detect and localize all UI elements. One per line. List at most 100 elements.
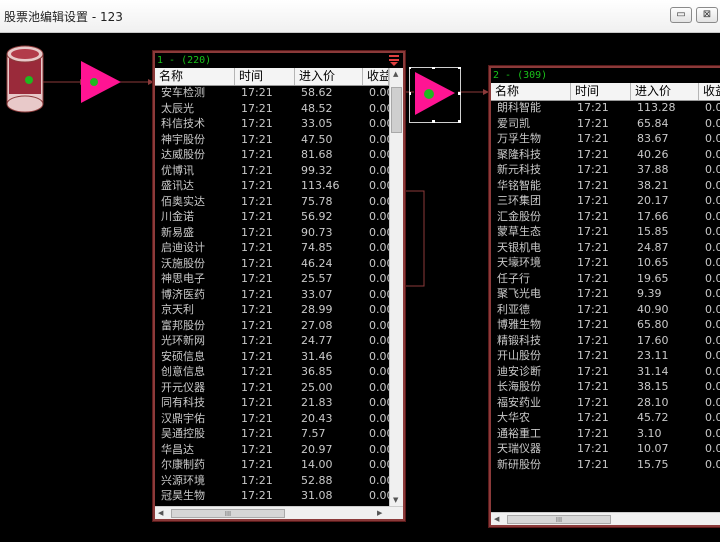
- scroll-right-arrow-icon[interactable]: ▶: [377, 509, 382, 517]
- table-row[interactable]: 新易盛 17:21 90.73 0.00: [155, 225, 389, 241]
- horizontal-scrollbar[interactable]: ◀ III: [491, 512, 720, 525]
- table-row[interactable]: 天壕环境 17:21 10.65 0.0: [491, 255, 720, 271]
- column-header-name[interactable]: 名称: [155, 68, 235, 85]
- table-row[interactable]: 开山股份 17:21 23.11 0.0: [491, 348, 720, 364]
- cell-name: 优博讯: [161, 163, 194, 177]
- source-node[interactable]: [6, 45, 44, 119]
- table-row[interactable]: 京天利 17:21 28.99 0.00: [155, 302, 389, 318]
- cell-entry-price: 15.75: [637, 457, 669, 471]
- column-header-name[interactable]: 名称: [491, 83, 571, 100]
- selection-handle: [458, 66, 461, 69]
- column-header-time[interactable]: 时间: [235, 68, 295, 85]
- table-row[interactable]: 博雅生物 17:21 65.80 0.0: [491, 317, 720, 333]
- table-row[interactable]: 新研股份 17:21 15.75 0.0: [491, 457, 720, 473]
- stock-pool-panel-2[interactable]: 2 - (309) 名称 时间 进入价 收益 朗科智能 17:21 113.28 0.…: [489, 66, 720, 527]
- table-row[interactable]: 精锻科技 17:21 17.60 0.0: [491, 333, 720, 349]
- table-row[interactable]: 兴源环境 17:21 52.88 0.00: [155, 473, 389, 489]
- vertical-scrollbar[interactable]: ▲ ▼: [389, 68, 403, 506]
- scroll-left-arrow-icon[interactable]: ◀: [158, 509, 163, 517]
- table-row[interactable]: 安硕信息 17:21 31.46 0.00: [155, 349, 389, 365]
- cell-entry-price: 9.39: [637, 287, 662, 300]
- scroll-thumb[interactable]: [391, 87, 402, 133]
- table-row[interactable]: 川金诺 17:21 56.92 0.00: [155, 209, 389, 225]
- table-row[interactable]: 三环集团 17:21 20.17 0.0: [491, 193, 720, 209]
- cell-entry-price: 40.90: [637, 302, 669, 316]
- column-header-profit[interactable]: 收益: [363, 68, 389, 85]
- table-row[interactable]: 太辰光 17:21 48.52 0.00: [155, 101, 389, 117]
- table-row[interactable]: 华昌达 17:21 20.97 0.00: [155, 442, 389, 458]
- cell-name: 爱司凯: [497, 116, 530, 130]
- table-row[interactable]: 大华农 17:21 45.72 0.0: [491, 410, 720, 426]
- table-row[interactable]: 迪安诊断 17:21 31.14 0.0: [491, 364, 720, 380]
- table-row[interactable]: 爱司凯 17:21 65.84 0.0: [491, 116, 720, 132]
- table-row[interactable]: 盛讯达 17:21 113.46 0.00: [155, 178, 389, 194]
- table-row[interactable]: 博济医药 17:21 33.07 0.00: [155, 287, 389, 303]
- cell-profit: 0.00: [369, 427, 389, 440]
- scroll-thumb[interactable]: III: [171, 509, 285, 518]
- column-header-entry-price[interactable]: 进入价: [631, 83, 699, 100]
- table-row[interactable]: 吴通控股 17:21 7.57 0.00: [155, 426, 389, 442]
- close-button[interactable]: ⊠: [696, 7, 718, 23]
- table-row[interactable]: 富邦股份 17:21 27.08 0.00: [155, 318, 389, 334]
- table-row[interactable]: 冠昊生物 17:21 31.08 0.00: [155, 488, 389, 504]
- table-row[interactable]: 聚隆科技 17:21 40.26 0.0: [491, 147, 720, 163]
- cell-name: 天瑞仪器: [497, 442, 541, 455]
- table-row[interactable]: 优博讯 17:21 99.32 0.00: [155, 163, 389, 179]
- table-row[interactable]: 汉鼎宇佑 17:21 20.43 0.00: [155, 411, 389, 427]
- scroll-down-arrow-icon[interactable]: ▼: [393, 496, 398, 504]
- table-row[interactable]: 万孚生物 17:21 83.67 0.0: [491, 131, 720, 147]
- cell-name: 同有科技: [161, 396, 205, 409]
- cell-profit: 0.0: [705, 225, 720, 238]
- cell-profit: 0.00: [369, 396, 389, 409]
- table-row[interactable]: 长海股份 17:21 38.15 0.0: [491, 379, 720, 395]
- menu-dropdown-icon[interactable]: [389, 55, 399, 66]
- table-row[interactable]: 达威股份 17:21 81.68 0.00: [155, 147, 389, 163]
- cell-profit: 0.0: [705, 240, 720, 254]
- cell-time: 17:21: [241, 148, 273, 161]
- table-row[interactable]: 华铭智能 17:21 38.21 0.0: [491, 178, 720, 194]
- minimize-button[interactable]: ▭: [670, 7, 692, 23]
- scroll-thumb[interactable]: III: [507, 515, 611, 524]
- cell-profit: 0.00: [369, 86, 389, 99]
- table-row[interactable]: 开元仪器 17:21 25.00 0.00: [155, 380, 389, 396]
- table-row[interactable]: 福安药业 17:21 28.10 0.0: [491, 395, 720, 411]
- filter-node-2[interactable]: [408, 66, 463, 129]
- column-header-entry-price[interactable]: 进入价: [295, 68, 363, 85]
- table-row[interactable]: 任子行 17:21 19.65 0.0: [491, 271, 720, 287]
- table-row[interactable]: 神思电子 17:21 25.57 0.00: [155, 271, 389, 287]
- table-row[interactable]: 蒙草生态 17:21 15.85 0.0: [491, 224, 720, 240]
- column-header-profit[interactable]: 收益: [699, 83, 720, 100]
- table-row[interactable]: 天银机电 17:21 24.87 0.0: [491, 240, 720, 256]
- table-row[interactable]: 尔康制药 17:21 14.00 0.00: [155, 457, 389, 473]
- table-row[interactable]: 聚飞光电 17:21 9.39 0.0: [491, 286, 720, 302]
- stock-pool-panel-1[interactable]: 1 - (220) 名称 时间 进入价 收益 安车检测 17:21 58.62 0.0…: [153, 51, 405, 521]
- table-row[interactable]: 沃施股份 17:21 46.24 0.00: [155, 256, 389, 272]
- table-row[interactable]: 新元科技 17:21 37.88 0.0: [491, 162, 720, 178]
- table-row[interactable]: 天瑞仪器 17:21 10.07 0.0: [491, 441, 720, 457]
- cell-profit: 0.0: [705, 426, 720, 440]
- column-header-time[interactable]: 时间: [571, 83, 631, 100]
- cell-entry-price: 90.73: [301, 225, 333, 239]
- table-row[interactable]: 科信技术 17:21 33.05 0.00: [155, 116, 389, 132]
- scroll-up-arrow-icon[interactable]: ▲: [393, 70, 398, 78]
- scroll-left-arrow-icon[interactable]: ◀: [494, 515, 499, 523]
- cell-entry-price: 28.10: [637, 395, 669, 409]
- cell-name: 安车检测: [161, 86, 205, 99]
- table-row[interactable]: 神宇股份 17:21 47.50 0.00: [155, 132, 389, 148]
- workflow-canvas[interactable]: 1 - (220) 名称 时间 进入价 收益 安车检测 17:21 58.62 0.0…: [0, 33, 720, 542]
- cell-profit: 0.00: [369, 365, 389, 378]
- filter-node-1[interactable]: [80, 60, 122, 108]
- table-row[interactable]: 汇金股份 17:21 17.66 0.0: [491, 209, 720, 225]
- table-row[interactable]: 朗科智能 17:21 113.28 0.0: [491, 100, 720, 116]
- cell-name: 开元仪器: [161, 380, 205, 394]
- table-row[interactable]: 安车检测 17:21 58.62 0.00: [155, 85, 389, 101]
- table-row[interactable]: 佰奥实达 17:21 75.78 0.00: [155, 194, 389, 210]
- table-row[interactable]: 创意信息 17:21 36.85 0.00: [155, 364, 389, 380]
- triangle-filter-icon: [81, 61, 121, 103]
- horizontal-scrollbar[interactable]: ◀ III ▶: [155, 506, 403, 519]
- table-row[interactable]: 通裕重工 17:21 3.10 0.0: [491, 426, 720, 442]
- table-row[interactable]: 利亚德 17:21 40.90 0.0: [491, 302, 720, 318]
- table-row[interactable]: 同有科技 17:21 21.83 0.00: [155, 395, 389, 411]
- table-row[interactable]: 启迪设计 17:21 74.85 0.00: [155, 240, 389, 256]
- table-row[interactable]: 光环新网 17:21 24.77 0.00: [155, 333, 389, 349]
